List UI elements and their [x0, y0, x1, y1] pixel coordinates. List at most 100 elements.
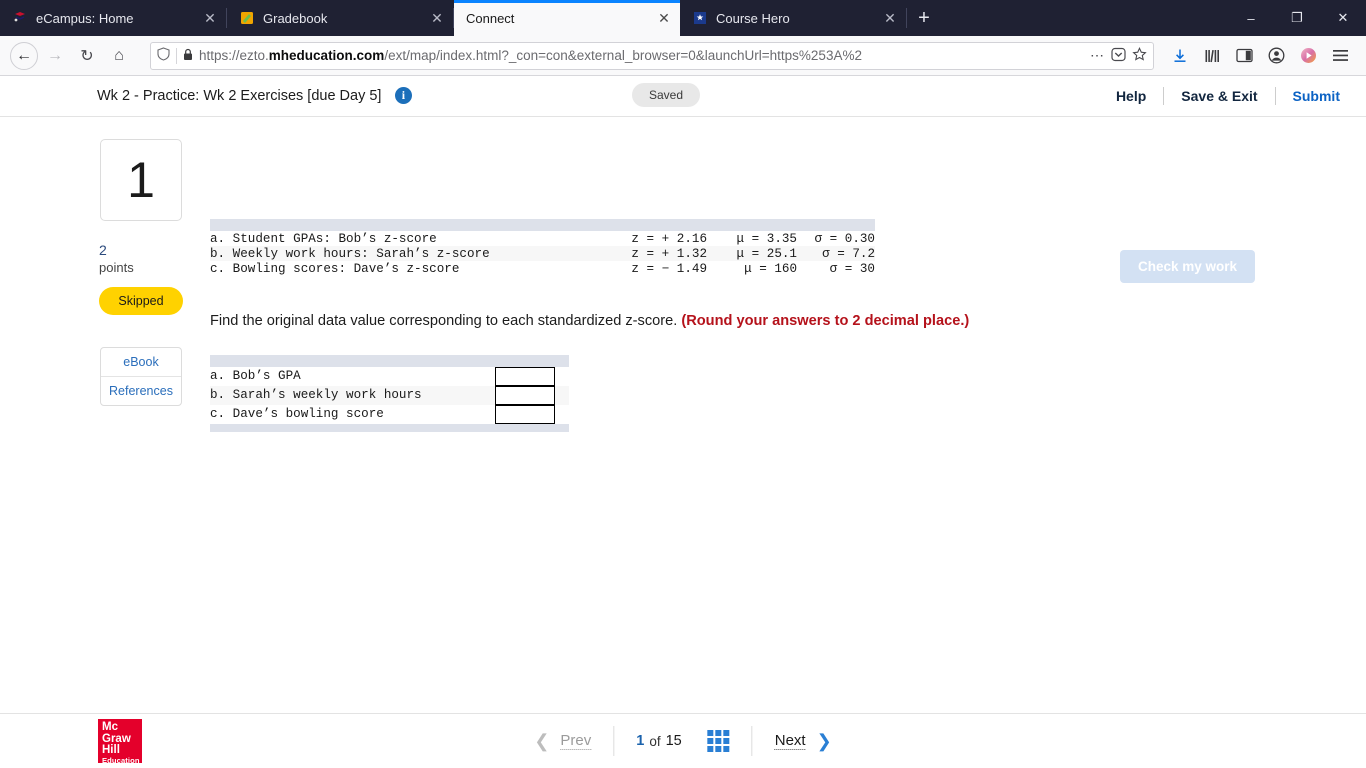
question-body: 1 2 points Skipped eBook References Chec…: [0, 117, 1366, 432]
answer-input-b[interactable]: [495, 385, 555, 405]
points-label: points: [99, 259, 134, 275]
account-icon[interactable]: [1260, 41, 1292, 71]
lock-icon: [183, 48, 193, 64]
info-icon[interactable]: i: [394, 87, 412, 105]
close-icon[interactable]: ✕: [200, 8, 220, 28]
assignment-title-text: Wk 2 - Practice: Wk 2 Exercises [due Day…: [97, 88, 382, 104]
page-of-label: of: [649, 733, 661, 749]
downloads-icon[interactable]: [1164, 41, 1196, 71]
page-total: 15: [665, 733, 682, 749]
row-label: a. Student GPAs: Bob’s z-score: [210, 231, 437, 246]
given-values-table: a. Student GPAs: Bob’s z-score z = + 2.1…: [210, 219, 875, 276]
row-label: b. Weekly work hours: Sarah’s z-score: [210, 246, 621, 261]
ecampus-icon: [12, 10, 28, 26]
maximize-icon[interactable]: ❐: [1274, 0, 1320, 36]
back-icon[interactable]: ←: [10, 41, 38, 70]
browser-tab-connect[interactable]: Connect ✕: [454, 0, 680, 36]
row-mu: μ = 25.1: [707, 246, 797, 261]
row-sigma: σ = 7.2: [797, 246, 875, 261]
browser-tab-ecampus-home[interactable]: eCampus: Home ✕: [0, 0, 226, 36]
table-row: b. Weekly work hours: Sarah’s z-score z …: [210, 246, 875, 261]
menu-icon[interactable]: [1324, 41, 1356, 71]
resource-links: eBook References: [100, 346, 182, 406]
sidebar-icon[interactable]: [1228, 41, 1260, 71]
save-and-exit-button[interactable]: Save & Exit: [1164, 88, 1274, 104]
logo-line-1: Mc: [102, 721, 118, 733]
table-row: a. Student GPAs: Bob’s z-score z = + 2.1…: [210, 231, 875, 246]
row-label: c. Bowling scores: Dave’s z-score: [210, 261, 460, 276]
url-text: https://ezto.mheducation.com/ext/map/ind…: [199, 48, 862, 63]
check-my-work-button[interactable]: Check my work: [1119, 250, 1255, 283]
prev-segment[interactable]: ❮ Prev: [512, 726, 613, 756]
help-button[interactable]: Help: [1099, 88, 1163, 104]
table-row: a. Bob’s GPA: [210, 366, 569, 386]
answer-row-label: c. Dave’s bowling score: [210, 407, 384, 422]
answer-cell: [495, 385, 569, 405]
browser-tab-course-hero[interactable]: Course Hero ✕: [680, 0, 906, 36]
address-divider: [176, 47, 177, 64]
browser-tab-title: Connect: [466, 10, 515, 26]
row-mu: μ = 3.35: [736, 231, 797, 246]
skipped-badge: Skipped: [99, 286, 183, 315]
browser-toolbar-icons: [1164, 41, 1356, 71]
ebook-link[interactable]: eBook: [101, 348, 181, 376]
bookmark-star-icon[interactable]: [1132, 46, 1147, 65]
minimize-icon[interactable]: –: [1228, 0, 1274, 36]
window-controls: – ❐ ✕: [1228, 0, 1366, 36]
answer-row-label: b. Sarah’s weekly work hours: [210, 385, 495, 405]
close-icon[interactable]: ✕: [654, 8, 674, 28]
browser-nav-bar: ← → ↻ ⌂ https://ezto.mheducation.com/ext…: [0, 36, 1366, 76]
browser-tab-bar: eCampus: Home ✕ Gradebook ✕ Connect ✕ Co…: [0, 0, 1366, 36]
connect-page: Wk 2 - Practice: Wk 2 Exercises [due Day…: [0, 76, 1366, 768]
question-number: 1: [100, 139, 182, 221]
next-button[interactable]: Next: [774, 732, 806, 750]
pocket-extension-icon[interactable]: [1292, 41, 1324, 71]
submit-button[interactable]: Submit: [1276, 88, 1340, 104]
logo-line-4: Education: [102, 756, 140, 766]
answer-cell: [495, 366, 569, 386]
table-row: c. Dave’s bowling score: [210, 404, 569, 424]
close-icon[interactable]: ✕: [880, 8, 900, 28]
question-prompt-text: Find the original data value correspondi…: [210, 313, 682, 329]
new-tab-button[interactable]: +: [907, 2, 941, 34]
chevron-left-icon: ❮: [534, 730, 550, 751]
row-zscore: z = + 1.32: [621, 246, 707, 261]
answer-input-c[interactable]: [495, 404, 555, 424]
address-bar[interactable]: https://ezto.mheducation.com/ext/map/ind…: [150, 41, 1154, 70]
table-header-bar: [210, 219, 875, 231]
library-icon[interactable]: [1196, 41, 1228, 71]
header-actions: Help Save & Exit Submit: [1099, 87, 1340, 105]
prev-button[interactable]: Prev: [560, 732, 592, 750]
row-zscore: z = − 1.49: [631, 261, 707, 276]
chevron-right-icon: ❯: [816, 730, 832, 751]
next-segment[interactable]: Next ❯: [753, 726, 854, 756]
browser-tab-title: eCampus: Home: [36, 10, 134, 26]
pocket-icon[interactable]: [1111, 47, 1126, 65]
close-window-icon[interactable]: ✕: [1320, 0, 1366, 36]
assignment-footer: Mc Graw Hill Education ❮ Prev 1 of 15 Ne…: [0, 713, 1366, 768]
forward-icon[interactable]: →: [40, 41, 70, 71]
status-badge: Saved: [632, 83, 701, 107]
page-current: 1: [636, 733, 645, 749]
references-link[interactable]: References: [101, 375, 181, 405]
question-sidebar: 1 2 points Skipped eBook References: [99, 139, 183, 432]
page-actions-icon[interactable]: ⋯: [1090, 47, 1105, 64]
question-grid-icon[interactable]: [707, 730, 730, 752]
assignment-header: Wk 2 - Practice: Wk 2 Exercises [due Day…: [0, 76, 1366, 116]
points-value: 2: [99, 242, 107, 258]
answer-row-label: a. Bob’s GPA: [210, 369, 301, 384]
answer-input-a[interactable]: [495, 366, 555, 386]
browser-tab-gradebook[interactable]: Gradebook ✕: [227, 0, 453, 36]
points-block: 2 points: [99, 242, 134, 276]
close-icon[interactable]: ✕: [427, 8, 447, 28]
table-row: b. Sarah’s weekly work hours: [210, 385, 569, 405]
row-sigma: σ = 0.30: [814, 231, 875, 246]
question-content: Check my work a. Student GPAs: Bob’s z-s…: [183, 139, 1366, 432]
reload-icon[interactable]: ↻: [72, 41, 102, 71]
row-mu: μ = 160: [744, 261, 797, 276]
answer-table-footer-bar: [210, 423, 569, 432]
question-prompt-emphasis: (Round your answers to 2 decimal place.): [681, 313, 970, 329]
home-icon[interactable]: ⌂: [104, 41, 134, 71]
answer-table-header-bar: [210, 354, 569, 367]
question-prompt: Find the original data value correspondi…: [210, 312, 1366, 332]
